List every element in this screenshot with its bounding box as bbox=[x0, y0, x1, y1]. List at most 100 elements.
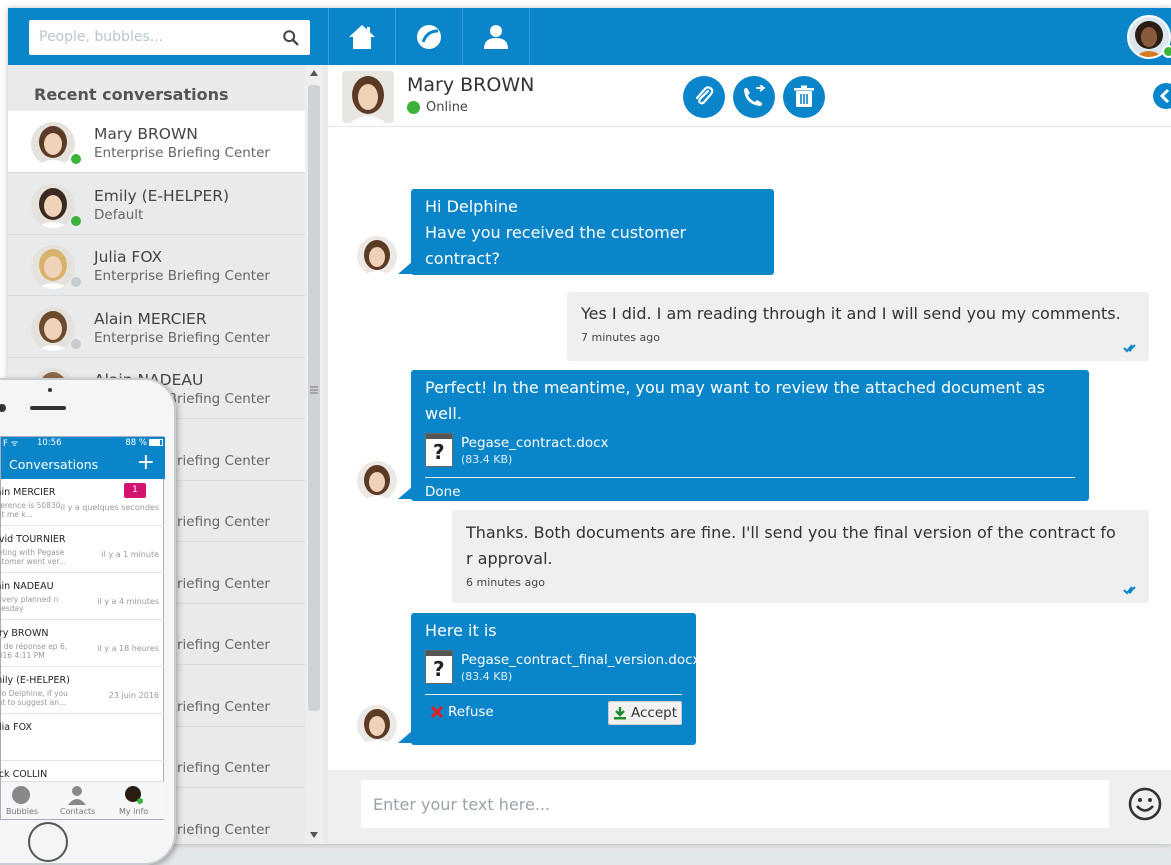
scroll-down-icon[interactable] bbox=[309, 831, 319, 839]
phone-tab-bar: Bubbles Contacts My info bbox=[1, 781, 165, 819]
home-button[interactable] bbox=[329, 8, 395, 65]
message-bubble-incoming[interactable]: Hi Delphine Have you received the custom… bbox=[411, 189, 774, 289]
search-box[interactable] bbox=[29, 20, 310, 55]
phone-conversation-row[interactable]: mily (E-HELPER) ello Delphine, if you ant… bbox=[0, 667, 165, 714]
refuse-label: Refuse bbox=[448, 704, 494, 720]
presence-dot bbox=[69, 336, 83, 351]
conversation-name: Mary BROWN bbox=[94, 125, 198, 143]
bubble-tail bbox=[398, 487, 412, 499]
read-check-icon bbox=[1123, 344, 1136, 353]
attach-button[interactable] bbox=[683, 76, 725, 118]
sender-avatar bbox=[357, 461, 397, 501]
search-input[interactable] bbox=[39, 26, 274, 48]
bubble-tail bbox=[398, 731, 412, 743]
phone-message-time: 23 juin 2016 bbox=[108, 691, 159, 700]
bubbles-tab-icon[interactable] bbox=[11, 785, 31, 805]
message-bubble-outgoing[interactable]: Thanks. Both documents are fine. I'll se… bbox=[452, 510, 1149, 603]
my-info-tab-icon[interactable] bbox=[123, 785, 143, 805]
conversation-name: Julia FOX bbox=[94, 248, 163, 266]
signal-icon: F ᯤ bbox=[3, 439, 19, 449]
grip-icon bbox=[310, 386, 318, 394]
presence-dot bbox=[69, 213, 83, 228]
phone-conversation-row[interactable]: ulia FOX bbox=[0, 714, 165, 761]
phone-message-time: il y a 4 minutes bbox=[97, 597, 159, 606]
message-bubble-incoming[interactable]: Here it is ? Pegase_contract_final_versi… bbox=[411, 613, 701, 745]
phone-contact-name: ack COLLIN bbox=[0, 769, 48, 780]
accept-button[interactable]: Accept bbox=[608, 701, 682, 725]
conversation-name: Emily (E-HELPER) bbox=[94, 186, 230, 205]
home-icon bbox=[349, 24, 375, 49]
conversation-name: Alain MERCIER bbox=[94, 309, 207, 328]
message-text: Have you received the customer contract? bbox=[425, 223, 687, 268]
transfer-status: Done bbox=[425, 484, 461, 500]
rainbow-web-app: Recent conversations Mary BROWN Enterpris… bbox=[8, 8, 1171, 844]
contact-name: Mary BROWN bbox=[407, 74, 535, 96]
collapse-button[interactable] bbox=[1153, 83, 1171, 109]
contacts-tab-icon[interactable] bbox=[67, 785, 87, 805]
tab-contacts[interactable]: Contacts bbox=[60, 807, 95, 816]
conversation-item[interactable]: Emily (E-HELPER) Default bbox=[8, 173, 305, 235]
phone-contact-name: ulia FOX bbox=[0, 722, 32, 733]
scroll-up-icon[interactable] bbox=[309, 69, 319, 77]
call-button[interactable] bbox=[733, 76, 775, 118]
top-bar bbox=[8, 8, 1171, 65]
background-floor bbox=[0, 844, 1171, 865]
file-actions: Refuse Accept bbox=[425, 695, 682, 725]
sidebar-scrollbar[interactable] bbox=[305, 65, 323, 844]
bubbles-button[interactable] bbox=[396, 8, 462, 65]
file-name[interactable]: Pegase_contract_final_version.docx bbox=[461, 652, 701, 668]
phone-message-time: il y a quelques secondes bbox=[60, 503, 159, 512]
message-time: 7 minutes ago bbox=[581, 331, 660, 344]
read-check-icon bbox=[1123, 586, 1136, 595]
search-icon[interactable] bbox=[282, 29, 300, 47]
nav-separator bbox=[529, 8, 530, 65]
phone-camera bbox=[0, 404, 6, 412]
sender-avatar bbox=[357, 236, 397, 276]
emoji-icon[interactable] bbox=[1127, 786, 1163, 822]
conversation-item[interactable]: Julia FOX Enterprise Briefing Center bbox=[8, 234, 305, 296]
message-composer bbox=[328, 770, 1171, 844]
phone-time: 10:56 bbox=[37, 438, 62, 448]
accept-label: Accept bbox=[630, 705, 677, 721]
message-bubble-outgoing[interactable]: Yes I did. I am reading through it and I… bbox=[567, 292, 1149, 361]
phone-title: Conversations bbox=[9, 457, 99, 472]
contact-status: Online bbox=[426, 100, 468, 115]
phone-message-preview: eeting with Pegase ustomer went ver... bbox=[0, 548, 67, 566]
phone-home-button bbox=[28, 822, 68, 862]
tab-my-info[interactable]: My info bbox=[119, 807, 148, 816]
contacts-button[interactable] bbox=[463, 8, 529, 65]
add-icon[interactable]: + bbox=[137, 450, 155, 475]
battery-icon bbox=[149, 439, 163, 446]
paperclip-icon bbox=[695, 86, 714, 105]
file-attachment[interactable]: ? Pegase_contract_final_version.docx (83… bbox=[425, 648, 701, 688]
message-text: r approval. bbox=[466, 549, 553, 568]
refuse-button[interactable]: Refuse bbox=[431, 704, 494, 720]
my-presence-dot bbox=[1162, 45, 1171, 58]
contact-avatar[interactable] bbox=[342, 71, 394, 123]
tab-bubbles[interactable]: Bubbles bbox=[6, 807, 38, 816]
conversation-item[interactable]: Mary BROWN Enterprise Briefing Center bbox=[8, 111, 305, 173]
phone-contact-name: lain NADEAU bbox=[0, 581, 54, 592]
message-bubble-incoming[interactable]: Perfect! In the meantime, you may want t… bbox=[411, 370, 1089, 501]
phone-sensor bbox=[48, 388, 52, 392]
sidebar-title: Recent conversations bbox=[34, 85, 229, 104]
scrollbar-thumb[interactable] bbox=[308, 85, 320, 711]
phone-header: Conversations + bbox=[1, 449, 165, 479]
divider bbox=[425, 477, 1075, 478]
phone-conversation-row[interactable]: lain NADEAU elivery planned n Tuesday il y… bbox=[0, 573, 165, 620]
phone-conversation-row[interactable]: avid TOURNIER eeting with Pegase ustomer … bbox=[0, 526, 165, 573]
delete-button[interactable] bbox=[783, 76, 825, 118]
bubble-tail bbox=[398, 262, 412, 274]
presence-dot bbox=[69, 275, 83, 289]
conversation-company: Enterprise Briefing Center bbox=[94, 329, 270, 346]
message-text: Perfect! In the meantime, you may want t… bbox=[425, 378, 1045, 423]
phone-conversation-row[interactable]: ary BROWN as de réponse ep 6, 2016 4:11 P… bbox=[0, 620, 165, 667]
message-input[interactable] bbox=[361, 780, 1109, 828]
file-name[interactable]: Pegase_contract.docx bbox=[461, 435, 609, 451]
conversation-company: Enterprise Briefing Center bbox=[94, 268, 270, 284]
online-dot bbox=[407, 101, 420, 114]
conversation-item[interactable]: Alain MERCIER Enterprise Briefing Center bbox=[8, 296, 305, 358]
file-attachment[interactable]: ? Pegase_contract.docx (83.4 KB) bbox=[425, 431, 1075, 471]
close-icon bbox=[431, 706, 443, 718]
message-text: Hi Delphine bbox=[425, 197, 518, 216]
